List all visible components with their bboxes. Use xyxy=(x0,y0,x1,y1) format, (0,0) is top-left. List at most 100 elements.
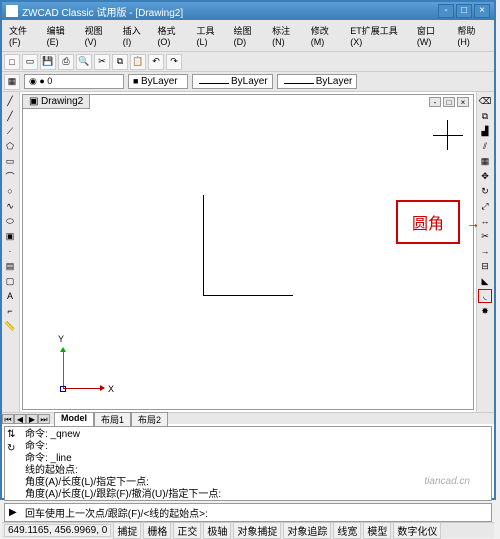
copy-icon[interactable]: ⧉ xyxy=(112,54,128,70)
menu-tools[interactable]: 工具(L) xyxy=(193,22,227,49)
scale-icon[interactable]: ⤢ xyxy=(478,199,492,213)
region-icon[interactable]: ▢ xyxy=(3,274,17,288)
tab-layout2[interactable]: 布局2 xyxy=(131,412,168,426)
arc-icon[interactable]: ⌒ xyxy=(3,169,17,183)
xline-icon[interactable]: ╱ xyxy=(3,109,17,123)
cut-icon[interactable]: ✂ xyxy=(94,54,110,70)
crosshair-vertical xyxy=(447,120,448,150)
doc-minimize-button[interactable]: - xyxy=(429,97,441,107)
lineweight-dropdown[interactable]: ByLayer xyxy=(277,74,358,89)
menu-view[interactable]: 视图(V) xyxy=(82,22,117,49)
ellipse-icon[interactable]: ⬭ xyxy=(3,214,17,228)
cmd-line: 命令: xyxy=(25,441,489,453)
window-title: ZWCAD Classic 试用版 - [Drawing2] xyxy=(22,4,183,19)
window-controls: - □ × xyxy=(438,4,490,18)
cmd-line: 角度(A)/长度(L)/指定下一点: xyxy=(25,477,489,489)
rotate-icon[interactable]: ↻ xyxy=(478,184,492,198)
linetype-dropdown[interactable]: ByLayer xyxy=(192,74,273,89)
menu-window[interactable]: 窗口(W) xyxy=(414,22,452,49)
line-icon[interactable]: ╱ xyxy=(3,94,17,108)
status-lweight[interactable]: 线宽 xyxy=(333,522,361,539)
tab-layout1[interactable]: 布局1 xyxy=(94,412,131,426)
maximize-button[interactable]: □ xyxy=(456,4,472,18)
explode-icon[interactable]: ✸ xyxy=(478,304,492,318)
polyline-icon[interactable]: ⟋ xyxy=(3,124,17,138)
chamfer-icon[interactable]: ◣ xyxy=(478,274,492,288)
close-button[interactable]: × xyxy=(474,4,490,18)
status-model[interactable]: 模型 xyxy=(363,522,391,539)
copy-obj-icon[interactable]: ⧉ xyxy=(478,109,492,123)
command-prompt[interactable]: ▶ 回车使用上一次点/跟踪(F)/<线的起始点>: xyxy=(4,503,492,522)
layer-manager-icon[interactable]: ▦ xyxy=(4,74,20,90)
spline-icon[interactable]: ∿ xyxy=(3,199,17,213)
drawing-canvas[interactable]: ▣ Drawing2 - □ × Y X xyxy=(22,94,474,410)
menu-format[interactable]: 格式(O) xyxy=(154,22,190,49)
modify-toolbar: ⌫ ⧉ ▟ ⫽ ▦ ✥ ↻ ⤢ ↔ ✂ → ⊟ ◣ ◟ ✸ xyxy=(476,92,494,412)
doc-close-button[interactable]: × xyxy=(457,97,469,107)
paste-icon[interactable]: 📋 xyxy=(130,54,146,70)
cmd-nav-icon[interactable]: ⇅ xyxy=(7,429,19,441)
arrow-icon: → xyxy=(466,215,480,231)
layer-dropdown[interactable]: ◉ ● 0 xyxy=(24,74,124,89)
menu-et[interactable]: ET扩展工具(X) xyxy=(347,22,411,49)
crosshair-horizontal xyxy=(433,135,463,136)
break-icon[interactable]: ⊟ xyxy=(478,259,492,273)
ucs-x-label: X xyxy=(108,384,114,394)
erase-icon[interactable]: ⌫ xyxy=(478,94,492,108)
preview-icon[interactable]: 🔍 xyxy=(76,54,92,70)
new-icon[interactable]: □ xyxy=(4,54,20,70)
open-icon[interactable]: ▭ xyxy=(22,54,38,70)
undo-icon[interactable]: ↶ xyxy=(148,54,164,70)
ucs-x-axis xyxy=(63,388,103,389)
tab-model[interactable]: Model xyxy=(54,412,94,426)
status-snap[interactable]: 捕捉 xyxy=(113,522,141,539)
document-tab[interactable]: ▣ Drawing2 xyxy=(22,94,90,109)
menu-modify[interactable]: 修改(M) xyxy=(308,22,345,49)
doc-restore-button[interactable]: □ xyxy=(443,97,455,107)
color-dropdown[interactable]: ■ ByLayer xyxy=(128,74,188,89)
stretch-icon[interactable]: ↔ xyxy=(478,214,492,228)
menu-dimension[interactable]: 标注(N) xyxy=(269,22,305,49)
fillet-icon[interactable]: ◟ xyxy=(478,289,492,303)
measure-icon[interactable]: 📏 xyxy=(3,319,17,333)
save-icon[interactable]: 💾 xyxy=(40,54,56,70)
move-icon[interactable]: ✥ xyxy=(478,169,492,183)
cmd-recent-icon[interactable]: ↻ xyxy=(7,443,19,455)
print-icon[interactable]: ⎙ xyxy=(58,54,74,70)
offset-icon[interactable]: ⫽ xyxy=(478,139,492,153)
menu-file[interactable]: 文件(F) xyxy=(6,22,41,49)
ucs-icon[interactable]: ⌐ xyxy=(3,304,17,318)
circle-icon[interactable]: ○ xyxy=(3,184,17,198)
status-osnap[interactable]: 对象捕捉 xyxy=(233,522,281,539)
tab-scroll-next[interactable]: ▶ xyxy=(26,414,38,424)
tab-scroll-prev[interactable]: ◀ xyxy=(14,414,26,424)
tab-scroll-last[interactable]: ⏭ xyxy=(38,414,50,424)
status-otrack[interactable]: 对象追踪 xyxy=(283,522,331,539)
hatch-icon[interactable]: ▤ xyxy=(3,259,17,273)
titlebar: ZWCAD Classic 试用版 - [Drawing2] - □ × xyxy=(2,2,494,20)
point-icon[interactable]: · xyxy=(3,244,17,258)
block-icon[interactable]: ▣ xyxy=(3,229,17,243)
redo-icon[interactable]: ↷ xyxy=(166,54,182,70)
array-icon[interactable]: ▦ xyxy=(478,154,492,168)
extend-icon[interactable]: → xyxy=(478,244,492,258)
status-grid[interactable]: 栅格 xyxy=(143,522,171,539)
text-icon[interactable]: A xyxy=(3,289,17,303)
status-ortho[interactable]: 正交 xyxy=(173,522,201,539)
trim-icon[interactable]: ✂ xyxy=(478,229,492,243)
mirror-icon[interactable]: ▟ xyxy=(478,124,492,138)
status-digitizer[interactable]: 数字化仪 xyxy=(393,522,441,539)
standard-toolbar: □ ▭ 💾 ⎙ 🔍 ✂ ⧉ 📋 ↶ ↷ xyxy=(2,52,494,72)
draw-toolbar: ╱ ╱ ⟋ ⬠ ▭ ⌒ ○ ∿ ⬭ ▣ · ▤ ▢ A ⌐ 📏 xyxy=(2,92,20,412)
tab-scroll-first[interactable]: ⏮ xyxy=(2,414,14,424)
polygon-icon[interactable]: ⬠ xyxy=(3,139,17,153)
minimize-button[interactable]: - xyxy=(438,4,454,18)
callout-fillet: 圆角 xyxy=(396,200,460,244)
command-history[interactable]: ⇅ ↻ 命令: _qnew 命令: 命令: _line 线的起始点: 角度(A)… xyxy=(4,426,492,501)
menu-edit[interactable]: 编辑(E) xyxy=(44,22,79,49)
menu-help[interactable]: 帮助(H) xyxy=(454,22,490,49)
rectangle-icon[interactable]: ▭ xyxy=(3,154,17,168)
menu-draw[interactable]: 绘图(D) xyxy=(231,22,267,49)
status-polar[interactable]: 极轴 xyxy=(203,522,231,539)
menu-insert[interactable]: 插入(I) xyxy=(120,22,152,49)
